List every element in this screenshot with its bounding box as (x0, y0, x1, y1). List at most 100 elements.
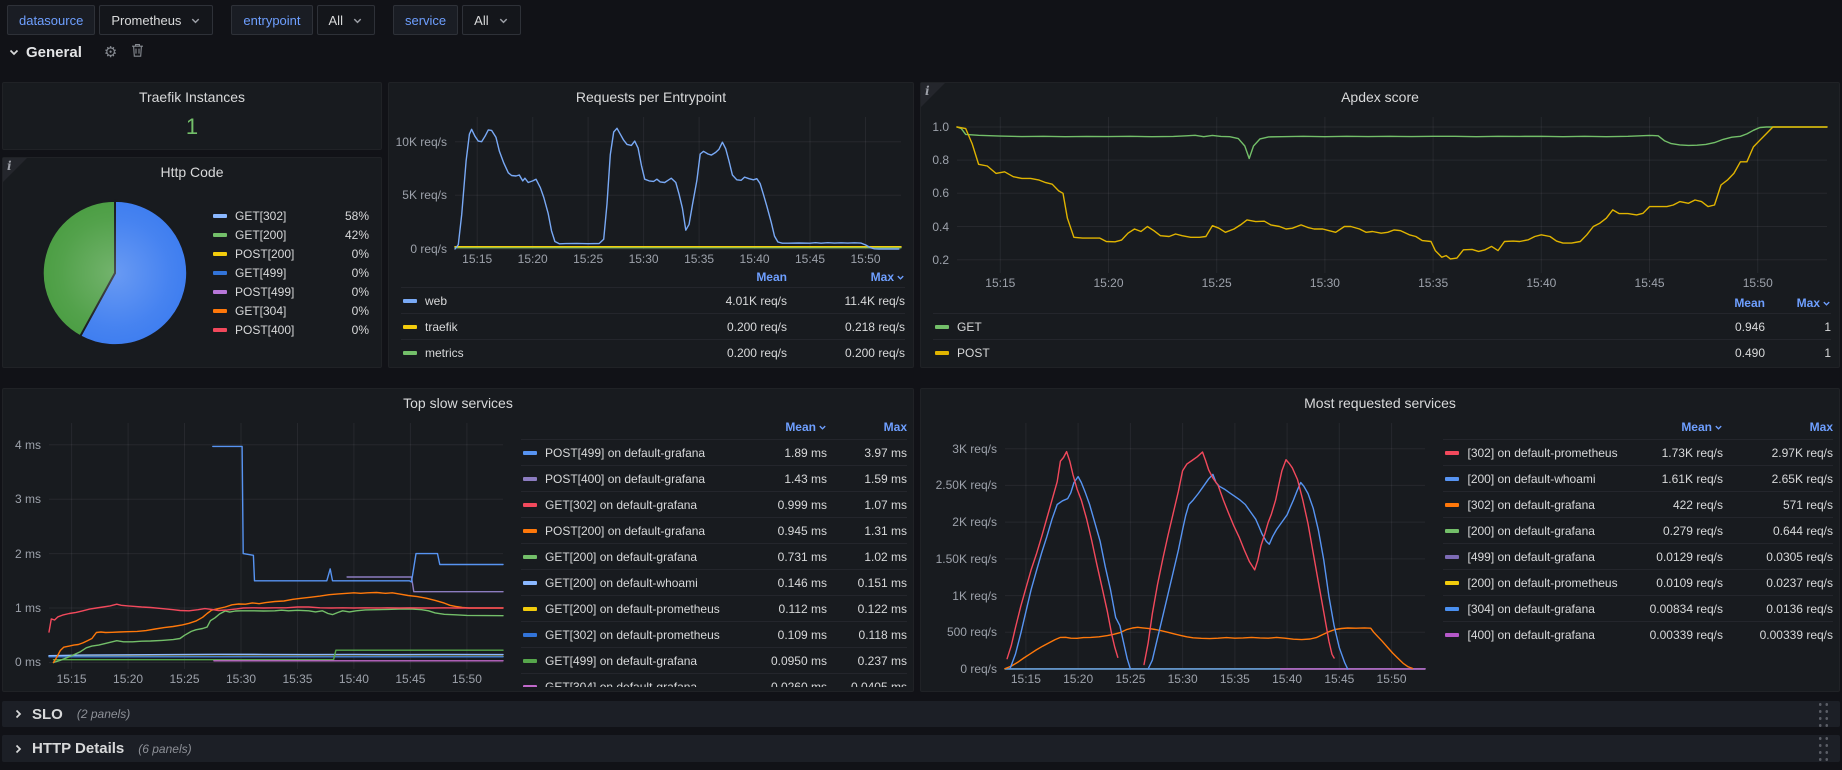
series-color-swatch-icon (213, 328, 227, 332)
legend-col-mean[interactable]: Mean (669, 270, 787, 284)
legend-series-label[interactable]: [200] on default-whoami (1467, 472, 1619, 486)
entrypoint-label-text: entrypoint (243, 13, 300, 28)
chart-canvas[interactable] (925, 415, 1433, 687)
legend-series-label[interactable]: GET[499] on default-grafana (545, 654, 745, 668)
legend-series-label[interactable]: GET[302] (235, 209, 333, 223)
legend-col-mean[interactable]: Mean (1619, 420, 1723, 434)
legend-series-label[interactable]: POST[400] (235, 323, 333, 337)
panel-title-http-code[interactable]: Http Code (3, 158, 381, 184)
pie-chart[interactable] (37, 195, 193, 351)
series-color-swatch-icon (1445, 607, 1459, 611)
legend-col-max[interactable]: Max (827, 420, 907, 434)
legend-series-label[interactable]: GET (957, 320, 1675, 334)
legend-series-label[interactable]: metrics (425, 346, 669, 360)
gear-icon[interactable]: ⚙ (104, 45, 117, 60)
legend-col-mean[interactable]: Mean (745, 420, 827, 434)
x-axis-tick-label: 15:50 (439, 672, 495, 686)
datasource-value-dropdown[interactable]: Prometheus (99, 5, 213, 35)
legend-series-label[interactable]: GET[200] on default-grafana (545, 550, 745, 564)
series-color-swatch-icon (403, 325, 417, 329)
legend-series-label[interactable]: GET[304] (235, 304, 333, 318)
panel-title-requests-per-entrypoint[interactable]: Requests per Entrypoint (389, 83, 913, 109)
legend-mean-value: 0.999 ms (745, 498, 827, 512)
x-axis-tick-label: 15:25 (1189, 276, 1245, 290)
x-axis-tick-label: 15:40 (1259, 672, 1315, 686)
datasource-label[interactable]: datasource (7, 5, 95, 35)
apdex-chart-plot[interactable]: 0.20.40.60.81.015:1515:2015:2515:3015:35… (923, 109, 1835, 291)
row-drag-handle[interactable] (1817, 735, 1830, 762)
y-axis-tick-label: 5K req/s (391, 188, 447, 202)
legend-series-label[interactable]: [400] on default-grafana (1467, 628, 1619, 642)
x-axis-tick-label: 15:40 (326, 672, 382, 686)
entrypoint-label[interactable]: entrypoint (231, 5, 312, 35)
series-color-swatch-icon (1445, 477, 1459, 481)
legend-max-value: 0.151 ms (827, 576, 907, 590)
row-header-general[interactable]: General ⚙ (8, 43, 144, 61)
series-color-swatch-icon (213, 252, 227, 256)
panel-title-traefik-instances[interactable]: Traefik Instances (3, 83, 381, 109)
service-label[interactable]: service (393, 5, 458, 35)
pie-percent-value: 0% (333, 323, 369, 337)
legend-header: MeanMax (401, 267, 905, 287)
legend-series-label[interactable]: [302] on default-prometheus (1467, 446, 1619, 460)
row-header-slo[interactable]: SLO (2 panels) (2, 701, 1840, 727)
chart-canvas[interactable] (923, 109, 1835, 291)
legend-max-value: 0.0136 req/s (1723, 602, 1833, 616)
panel-title-apdex-score[interactable]: Apdex score (921, 83, 1839, 109)
x-axis-tick-label: 15:15 (449, 252, 505, 266)
legend-series-label[interactable]: [200] on default-grafana (1467, 524, 1619, 538)
legend-series-label[interactable]: [302] on default-grafana (1467, 498, 1619, 512)
chart-canvas[interactable] (391, 109, 909, 267)
most-requested-chart-plot[interactable]: 0 req/s500 req/s1K req/s1.50K req/s2K re… (925, 415, 1433, 687)
legend-series-label[interactable]: GET[302] on default-prometheus (545, 628, 745, 642)
series-color-swatch-icon (523, 555, 537, 559)
legend-series-label[interactable]: GET[200] on default-whoami (545, 576, 745, 590)
panel-info-icon[interactable]: i (921, 83, 945, 107)
legend-series-label[interactable]: GET[200] on default-prometheus (545, 602, 745, 616)
pie-legend-row: GET[302]58% (211, 206, 369, 225)
legend-series-label[interactable]: [200] on default-prometheus (1467, 576, 1619, 590)
series-color-swatch-icon (523, 607, 537, 611)
legend-series-label[interactable]: GET[304] on default-grafana (545, 680, 745, 688)
legend-series-label[interactable]: traefik (425, 320, 669, 334)
x-axis-tick-label: 15:40 (1513, 276, 1569, 290)
series-color-swatch-icon (1445, 581, 1459, 585)
panel-title-most-requested-services[interactable]: Most requested services (921, 389, 1839, 415)
legend-series-label[interactable]: POST[499] on default-grafana (545, 446, 745, 460)
row-header-http-details[interactable]: HTTP Details (6 panels) (2, 735, 1840, 762)
legend-series-label[interactable]: GET[302] on default-grafana (545, 498, 745, 512)
variables-toolbar: datasource Prometheus entrypoint All ser… (7, 5, 521, 35)
legend-col-max[interactable]: Max (787, 270, 905, 284)
entrypoint-value-dropdown[interactable]: All (317, 5, 375, 35)
legend-series-label[interactable]: POST[200] on default-grafana (545, 524, 745, 538)
legend-series-label[interactable]: [499] on default-grafana (1467, 550, 1619, 564)
legend-series-label[interactable]: POST[499] (235, 285, 333, 299)
pie-legend-row: GET[499]0% (211, 263, 369, 282)
legend-series-label[interactable]: POST (957, 346, 1675, 360)
trash-icon[interactable] (131, 43, 144, 61)
x-axis-tick-label: 15:40 (727, 252, 783, 266)
legend-row: GET[302] on default-prometheus0.109 ms0.… (521, 621, 907, 647)
chart-canvas[interactable] (7, 415, 511, 687)
legend-col-max[interactable]: Max (1765, 296, 1831, 310)
legend-series-label[interactable]: GET[499] (235, 266, 333, 280)
service-value-dropdown[interactable]: All (462, 5, 520, 35)
legend-mean-value: 1.43 ms (745, 472, 827, 486)
y-axis-tick-label: 1.0 (923, 120, 949, 134)
requests-chart-plot[interactable]: 0 req/s5K req/s10K req/s15:1515:2015:251… (391, 109, 909, 267)
legend-series-label[interactable]: POST[400] on default-grafana (545, 472, 745, 486)
panel-title-top-slow-services[interactable]: Top slow services (3, 389, 913, 415)
legend-row: POST[400] on default-grafana1.43 ms1.59 … (521, 465, 907, 491)
pie-legend-row: POST[200]0% (211, 244, 369, 263)
panel-info-icon[interactable]: i (3, 158, 27, 182)
legend-col-max[interactable]: Max (1723, 420, 1833, 434)
legend-series-label[interactable]: web (425, 294, 669, 308)
legend-mean-value: 0.0129 req/s (1619, 550, 1723, 564)
legend-col-mean[interactable]: Mean (1675, 296, 1765, 310)
legend-series-label[interactable]: POST[200] (235, 247, 333, 261)
pie-percent-value: 42% (333, 228, 369, 242)
row-drag-handle[interactable] (1817, 701, 1830, 728)
top-slow-chart-plot[interactable]: 0 ms1 ms2 ms3 ms4 ms15:1515:2015:2515:30… (7, 415, 511, 687)
legend-series-label[interactable]: GET[200] (235, 228, 333, 242)
legend-series-label[interactable]: [304] on default-grafana (1467, 602, 1619, 616)
